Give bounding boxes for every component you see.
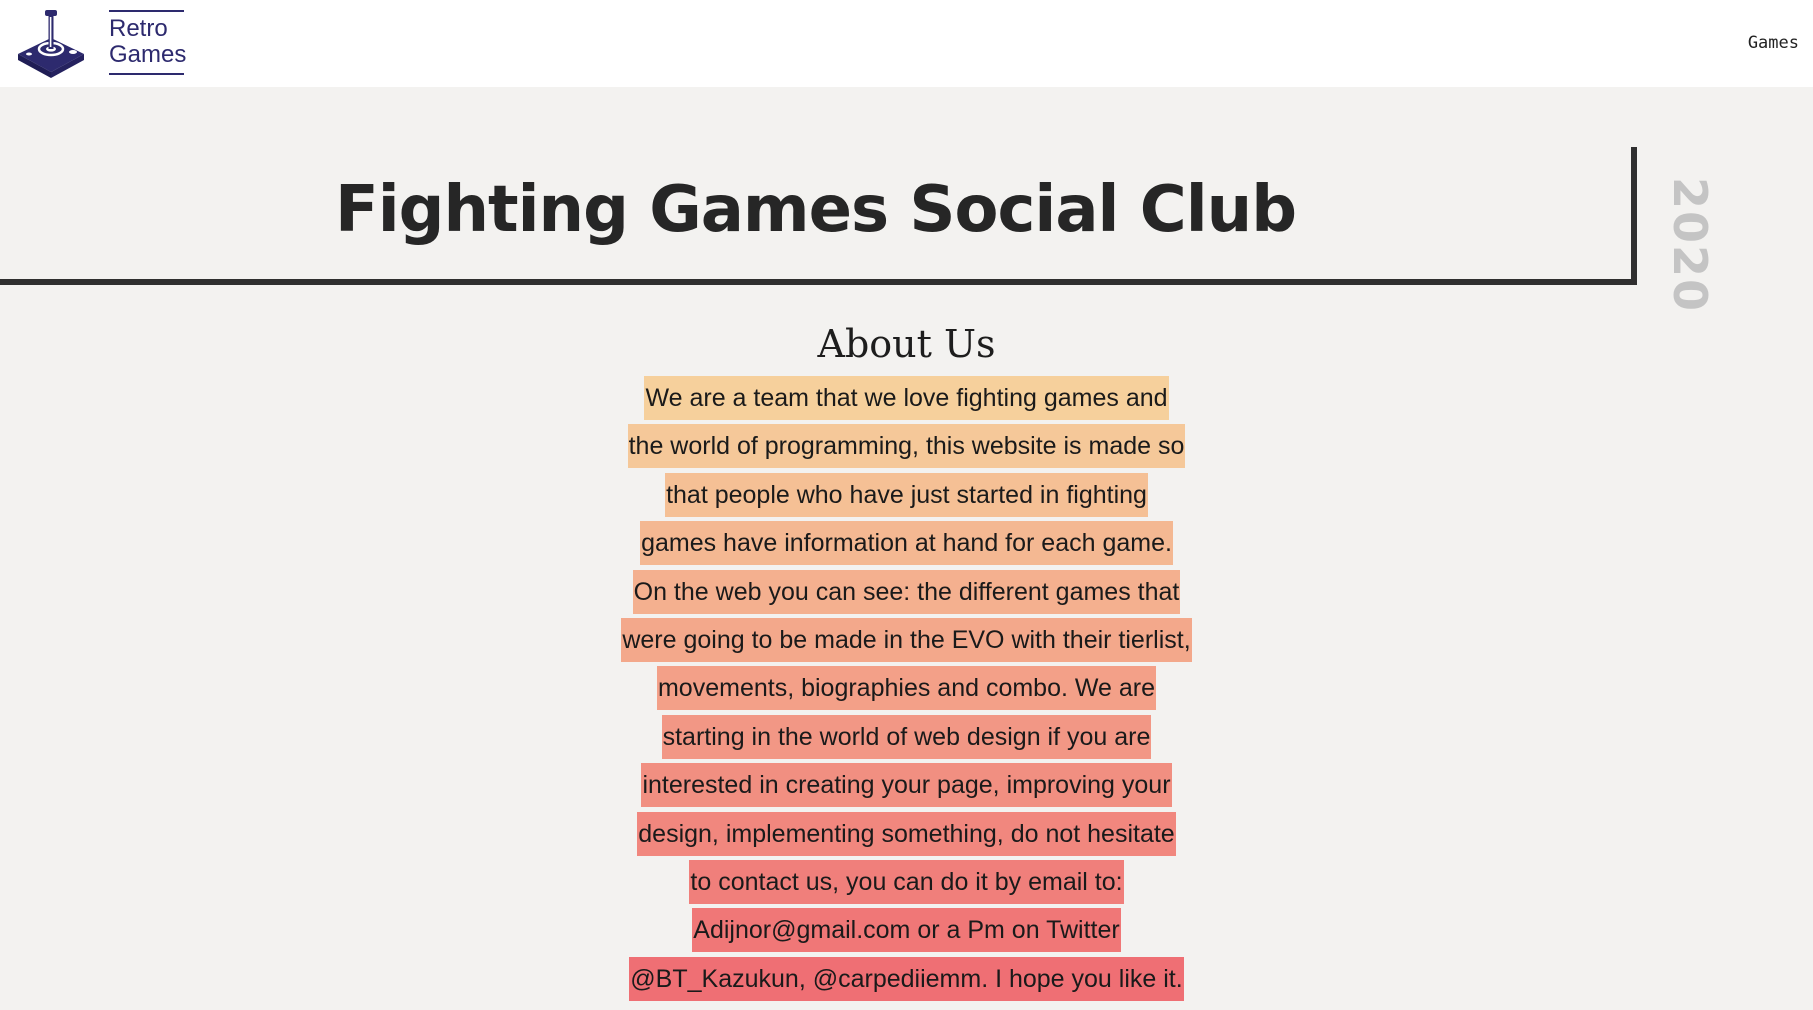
brand-line-games: Games [109,41,187,68]
page-title: Fighting Games Social Club [334,173,1297,247]
about-text: We are a team that we love fighting game… [0,376,1813,1005]
about-text-line: interested in creating your page, improv… [641,763,1172,808]
about-heading: About Us [817,322,996,366]
about-text-line: movements, biographies and combo. We are [656,666,1157,711]
top-header: Retro Games Games [0,0,1813,87]
brand-logotype[interactable]: Retro Games [109,10,187,75]
about-text-line: were going to be made in the EVO with th… [621,617,1192,662]
about-text-line: that people who have just started in fig… [665,472,1148,517]
about-text-line: design, implementing something, do not h… [637,811,1176,856]
about-text-line: Adijnor@gmail.com or a Pm on Twitter [692,908,1121,953]
hero-section: Fighting Games Social Club 2020 [0,87,1813,314]
about-text-line: to contact us, you can do it by email to… [689,859,1124,904]
brand-line-retro: Retro [109,15,168,42]
nav-link-games[interactable]: Games [1748,33,1799,53]
about-text-line: We are a team that we love fighting game… [644,376,1169,420]
about-text-line: @BT_Kazukun, @carpediiemm. I hope you li… [629,956,1184,1001]
about-text-line: On the web you can see: the different ga… [632,569,1181,614]
joystick-icon[interactable] [16,8,86,80]
about-section: About Us We are a team that we love figh… [0,318,1813,1005]
year-label: 2020 [1663,177,1717,314]
about-text-line: the world of programming, this website i… [627,424,1186,469]
about-text-line: games have information at hand for each … [640,521,1173,566]
about-text-line: starting in the world of web design if y… [661,714,1152,759]
